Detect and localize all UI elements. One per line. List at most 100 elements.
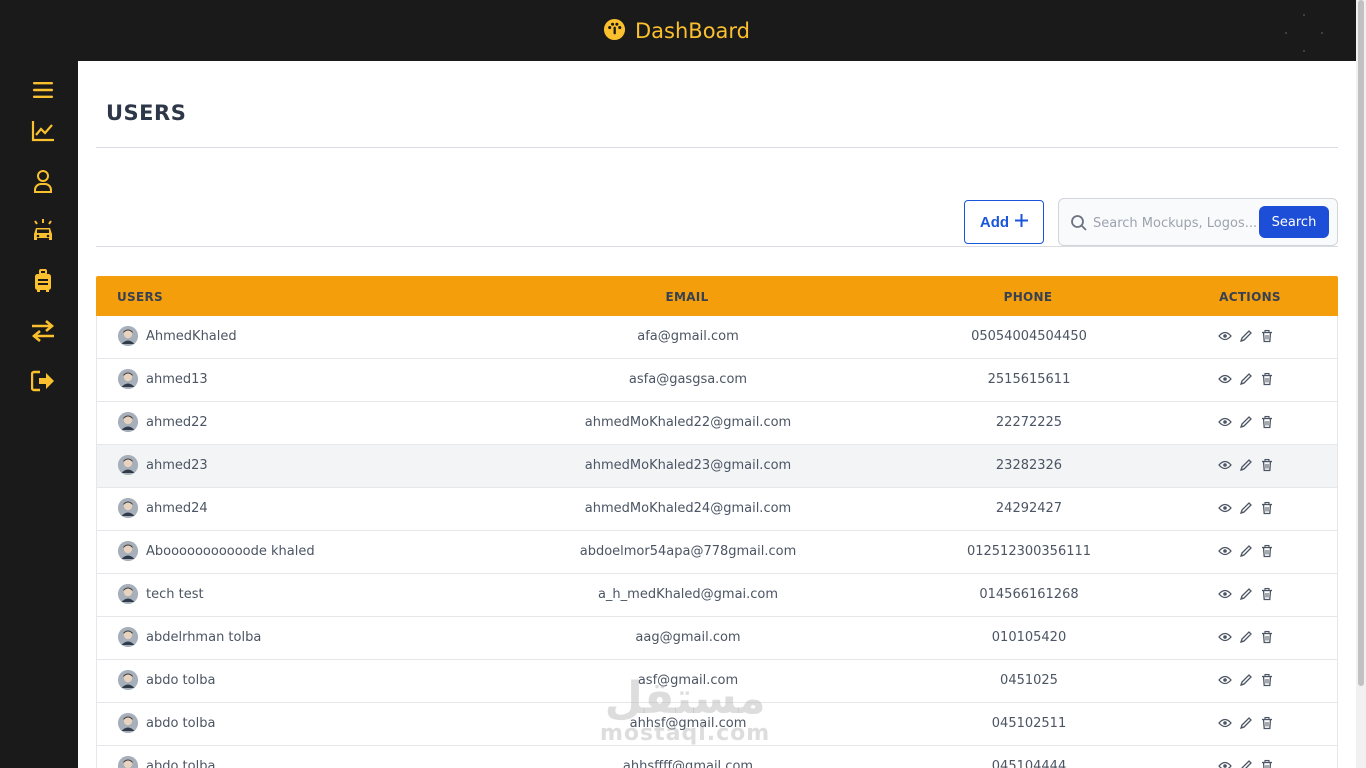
brand[interactable]: DashBoard [603, 17, 750, 45]
edit-pencil-icon[interactable] [1239, 630, 1253, 644]
edit-pencil-icon[interactable] [1239, 716, 1253, 730]
table-row[interactable]: ahmed23 ahmedMoKhaled23@gmail.com 23282326 [96, 445, 1338, 488]
luggage-icon[interactable] [29, 267, 57, 295]
table-row[interactable]: abdo tolba ahhsffff@gmail.com 045104444 [96, 746, 1338, 768]
menu-icon[interactable] [29, 76, 57, 104]
edit-pencil-icon[interactable] [1239, 415, 1253, 429]
edit-pencil-icon[interactable] [1239, 458, 1253, 472]
user-email: a_h_medKhaled@gmai.com [597, 587, 779, 602]
user-cell: ahmed13 [118, 369, 208, 389]
delete-trash-icon[interactable] [1260, 673, 1274, 687]
search-button[interactable]: Search [1259, 206, 1329, 238]
delete-trash-icon[interactable] [1260, 630, 1274, 644]
view-eye-icon[interactable] [1218, 544, 1232, 558]
search-icon [1070, 214, 1088, 232]
table-row[interactable]: AhmedKhaled afa@gmail.com 05054004504450 [96, 316, 1338, 359]
column-header-actions: ACTIONS [1219, 290, 1281, 304]
user-email: asf@gmail.com [637, 673, 739, 688]
view-eye-icon[interactable] [1218, 329, 1232, 343]
row-actions [1218, 630, 1274, 644]
user-name: abdo tolba [146, 715, 216, 731]
search-input[interactable] [1093, 212, 1257, 234]
user-name: AhmedKhaled [146, 328, 237, 344]
search-bar: Search [1058, 198, 1338, 246]
edit-pencil-icon[interactable] [1239, 759, 1253, 768]
chart-line-icon[interactable] [29, 117, 57, 145]
row-actions [1218, 759, 1274, 768]
user-phone: 045104444 [991, 759, 1067, 768]
users-table: USERS EMAIL PHONE ACTIONS AhmedKhaled afa… [96, 276, 1338, 768]
table-row[interactable]: abdelrhman tolba aag@gmail.com 010105420 [96, 617, 1338, 660]
user-email: ahmedMoKhaled23@gmail.com [584, 458, 792, 473]
user-icon[interactable] [29, 167, 57, 195]
title-divider [96, 147, 1338, 148]
view-eye-icon[interactable] [1218, 501, 1232, 515]
delete-trash-icon[interactable] [1260, 501, 1274, 515]
delete-trash-icon[interactable] [1260, 458, 1274, 472]
toolbar-divider [96, 246, 1338, 247]
table-row[interactable]: ahmed13 asfa@gasgsa.com 2515615611 [96, 359, 1338, 402]
taxi-icon[interactable] [29, 217, 57, 245]
sidebar [0, 61, 78, 768]
view-eye-icon[interactable] [1218, 716, 1232, 730]
avatar [118, 541, 138, 561]
row-actions [1218, 501, 1274, 515]
user-phone: 24292427 [995, 501, 1063, 516]
transfer-arrows-icon[interactable] [29, 317, 57, 345]
row-actions [1218, 458, 1274, 472]
edit-pencil-icon[interactable] [1239, 329, 1253, 343]
table-row[interactable]: Abooooooooooode khaled abdoelmor54apa@778… [96, 531, 1338, 574]
view-eye-icon[interactable] [1218, 415, 1232, 429]
delete-trash-icon[interactable] [1260, 372, 1274, 386]
edit-pencil-icon[interactable] [1239, 673, 1253, 687]
user-email: ahhsffff@gmail.com [622, 759, 754, 768]
column-header-email: EMAIL [665, 290, 709, 304]
delete-trash-icon[interactable] [1260, 759, 1274, 768]
delete-trash-icon[interactable] [1260, 544, 1274, 558]
user-phone: 012512300356111 [966, 544, 1092, 559]
view-eye-icon[interactable] [1218, 759, 1232, 768]
add-user-button[interactable]: Add [964, 200, 1044, 244]
row-actions [1218, 544, 1274, 558]
table-row[interactable]: ahmed22 ahmedMoKhaled22@gmail.com 22272225 [96, 402, 1338, 445]
view-eye-icon[interactable] [1218, 630, 1232, 644]
delete-trash-icon[interactable] [1260, 415, 1274, 429]
view-eye-icon[interactable] [1218, 673, 1232, 687]
user-email: ahmedMoKhaled22@gmail.com [584, 415, 792, 430]
view-eye-icon[interactable] [1218, 458, 1232, 472]
edit-pencil-icon[interactable] [1239, 587, 1253, 601]
edit-pencil-icon[interactable] [1239, 544, 1253, 558]
user-name: abdo tolba [146, 672, 216, 688]
user-phone: 05054004504450 [971, 329, 1087, 344]
delete-trash-icon[interactable] [1260, 587, 1274, 601]
main-content: USERS Add Search USERS EMAIL PHONE ACTIO… [78, 61, 1356, 768]
avatar [118, 584, 138, 604]
avatar [118, 326, 138, 346]
avatar [118, 670, 138, 690]
user-cell: AhmedKhaled [118, 326, 237, 346]
user-email: ahhsf@gmail.com [629, 716, 747, 731]
user-name: ahmed22 [146, 414, 208, 430]
user-name: abdo tolba [146, 758, 216, 768]
delete-trash-icon[interactable] [1260, 329, 1274, 343]
avatar [118, 412, 138, 432]
table-row[interactable]: abdo tolba ahhsf@gmail.com 045102511 [96, 703, 1338, 746]
row-actions [1218, 329, 1274, 343]
logout-icon[interactable] [29, 367, 57, 395]
profile-avatar[interactable] [1284, 13, 1324, 53]
scrollbar-thumb[interactable] [1358, 0, 1364, 686]
row-actions [1218, 673, 1274, 687]
view-eye-icon[interactable] [1218, 587, 1232, 601]
edit-pencil-icon[interactable] [1239, 501, 1253, 515]
table-row[interactable]: ahmed24 ahmedMoKhaled24@gmail.com 24292427 [96, 488, 1338, 531]
view-eye-icon[interactable] [1218, 372, 1232, 386]
table-row[interactable]: abdo tolba asf@gmail.com 0451025 [96, 660, 1338, 703]
user-cell: ahmed24 [118, 498, 208, 518]
delete-trash-icon[interactable] [1260, 716, 1274, 730]
user-cell: abdo tolba [118, 713, 215, 733]
table-row[interactable]: tech test a_h_medKhaled@gmai.com 014566161… [96, 574, 1338, 617]
user-cell: ahmed22 [118, 412, 208, 432]
avatar [118, 713, 138, 733]
edit-pencil-icon[interactable] [1239, 372, 1253, 386]
user-name: abdelrhman tolba [146, 629, 262, 645]
